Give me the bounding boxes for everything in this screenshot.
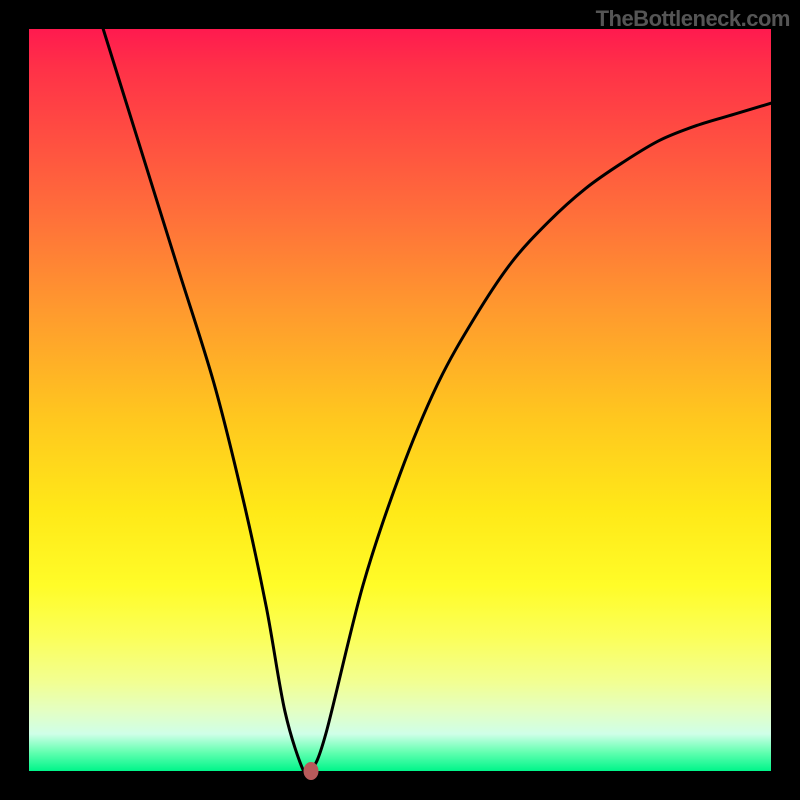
watermark-text: TheBottleneck.com [596,6,790,32]
minimum-marker [303,762,318,780]
plot-area [29,29,771,771]
chart-frame: TheBottleneck.com [0,0,800,800]
bottleneck-curve [29,29,771,771]
